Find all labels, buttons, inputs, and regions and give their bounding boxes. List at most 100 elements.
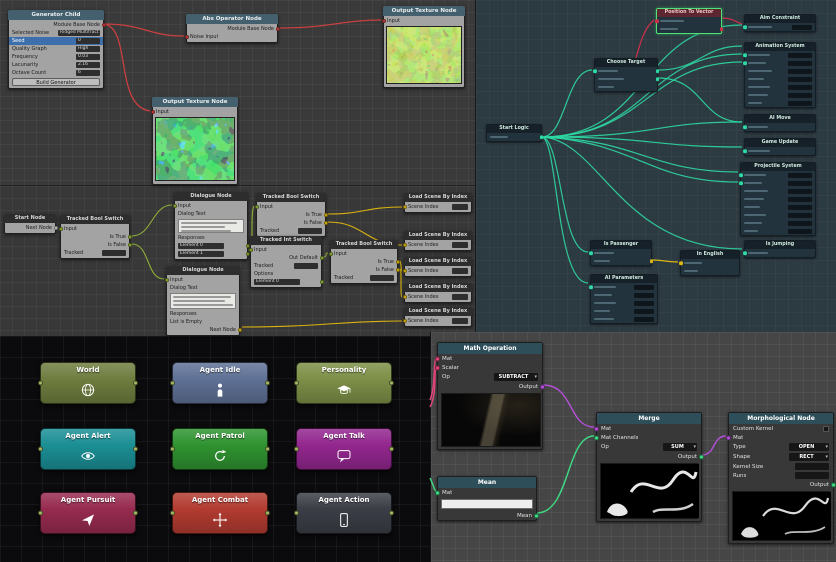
- math-operation-node[interactable]: Math Operation Mat Scalar Op SUBTRACT Out…: [435, 342, 545, 450]
- output-port[interactable]: [389, 446, 394, 452]
- response-element[interactable]: Element 1: [178, 251, 224, 257]
- agent-node-alert[interactable]: Agent Alert: [38, 428, 138, 470]
- scene-index-input[interactable]: [452, 242, 468, 248]
- build-generator-button[interactable]: Build Generator: [12, 78, 100, 86]
- dialog-text-input[interactable]: [178, 219, 244, 233]
- output-port[interactable]: [133, 380, 138, 386]
- output-port[interactable]: [389, 380, 394, 386]
- tracked-dropdown[interactable]: [102, 250, 126, 256]
- input-port[interactable]: [38, 446, 43, 452]
- scene-index-input[interactable]: [452, 294, 468, 300]
- aim-constraint-node[interactable]: Aim Constraint: [743, 14, 816, 32]
- input-port[interactable]: [743, 53, 747, 57]
- input-port[interactable]: [170, 446, 175, 452]
- input-port[interactable]: [402, 319, 407, 323]
- option-port[interactable]: [319, 280, 324, 284]
- input-port[interactable]: [294, 446, 299, 452]
- input-port[interactable]: [743, 251, 747, 255]
- input-port[interactable]: [739, 173, 743, 177]
- load-scene-node[interactable]: Load Scene By Index Scene Index: [402, 231, 472, 251]
- game-update-node[interactable]: Game Update: [743, 138, 816, 156]
- input-port[interactable]: [679, 261, 683, 265]
- input-port[interactable]: [743, 61, 747, 65]
- output-port[interactable]: [265, 510, 270, 516]
- tracked-dropdown[interactable]: [298, 228, 322, 234]
- output-port[interactable]: [53, 226, 58, 230]
- tracked-bool-switch-node[interactable]: Tracked Bool Switch Input Is True Is Fal…: [328, 240, 400, 284]
- abs-operator-node[interactable]: Abs Operator Node Module Base Node Noise…: [184, 14, 280, 43]
- tracked-dropdown[interactable]: [294, 263, 318, 269]
- kernel-size-input[interactable]: [795, 463, 829, 470]
- morphological-node[interactable]: Morphological Node Custom Kernel Mat Typ…: [726, 412, 836, 544]
- output-port[interactable]: [655, 77, 659, 81]
- input-port[interactable]: [248, 248, 253, 252]
- true-port[interactable]: [395, 260, 400, 264]
- input-port[interactable]: [589, 251, 593, 255]
- agent-node-personality[interactable]: Personality: [294, 362, 394, 404]
- output-port[interactable]: [389, 510, 394, 516]
- input-port[interactable]: [254, 205, 259, 209]
- position-to-vector-node[interactable]: Position To Vector: [655, 8, 723, 34]
- output-port[interactable]: [265, 446, 270, 452]
- output-port[interactable]: [831, 482, 836, 487]
- load-scene-node[interactable]: Load Scene By Index Scene Index: [402, 283, 472, 303]
- agent-node-combat[interactable]: Agent Combat: [170, 492, 270, 534]
- mat-input-port[interactable]: [726, 435, 731, 440]
- scalar-input-port[interactable]: [435, 365, 440, 370]
- frequency-input[interactable]: 0.03: [76, 54, 100, 60]
- choose-target-node[interactable]: Choose Target: [593, 58, 659, 92]
- animation-system-node[interactable]: Animation System: [743, 42, 816, 108]
- tracked-bool-switch-node[interactable]: Tracked Bool Switch Input Is True Is Fal…: [254, 193, 328, 237]
- response-port[interactable]: [245, 252, 250, 256]
- output-port[interactable]: [719, 27, 723, 31]
- output-port[interactable]: [275, 27, 280, 31]
- input-port[interactable]: [743, 125, 747, 129]
- output-port[interactable]: [101, 23, 106, 27]
- next-port[interactable]: [237, 328, 242, 332]
- output-port[interactable]: [655, 69, 659, 73]
- input-port[interactable]: [402, 205, 407, 209]
- scene-index-input[interactable]: [452, 204, 468, 210]
- mat-input-port[interactable]: [435, 490, 440, 495]
- generator-child-node[interactable]: Generator Child Module Base Node Selecte…: [8, 10, 106, 89]
- projectile-system-node[interactable]: Projectile System: [739, 162, 816, 236]
- input-port[interactable]: [739, 181, 743, 185]
- tracked-int-switch-node[interactable]: Tracked Int Switch Input Out Default Tra…: [248, 236, 324, 288]
- octave-count-input[interactable]: 6: [76, 70, 100, 76]
- input-port[interactable]: [294, 510, 299, 516]
- input-port[interactable]: [294, 380, 299, 386]
- mean-output-port[interactable]: [534, 513, 539, 518]
- quality-dropdown[interactable]: High: [76, 46, 100, 52]
- input-port[interactable]: [655, 19, 659, 23]
- input-port[interactable]: [172, 204, 177, 208]
- output-port[interactable]: [540, 384, 545, 389]
- false-port[interactable]: [127, 243, 132, 247]
- mat-input-port[interactable]: [435, 356, 440, 361]
- scene-index-input[interactable]: [452, 318, 468, 324]
- dialogue-node-a[interactable]: Dialogue Node Input Dialog Text Response…: [172, 192, 250, 260]
- output-port[interactable]: [539, 135, 543, 139]
- output-port[interactable]: [133, 510, 138, 516]
- input-port[interactable]: [402, 269, 407, 273]
- start-node[interactable]: Start Node Next Node: [4, 214, 58, 234]
- op-dropdown[interactable]: SUBTRACT: [494, 373, 538, 381]
- input-port[interactable]: [170, 380, 175, 386]
- input-port[interactable]: [38, 510, 43, 516]
- input-port[interactable]: [402, 243, 407, 247]
- output-port[interactable]: [649, 259, 653, 263]
- input-port[interactable]: [38, 380, 43, 386]
- output-texture-node-mid[interactable]: Output Texture Node Input: [150, 97, 238, 185]
- tracked-dropdown[interactable]: [370, 275, 394, 281]
- dialogue-node-b[interactable]: Dialogue Node Input Dialog Text Response…: [164, 266, 242, 336]
- is-jumping-node[interactable]: Is Jumping: [743, 240, 816, 258]
- selected-noise-dropdown[interactable]: Ridged Multifract: [58, 30, 100, 36]
- in-english-node[interactable]: In English: [679, 250, 740, 276]
- is-passenger-node[interactable]: Is Passenger: [589, 240, 653, 266]
- load-scene-node[interactable]: Load Scene By Index Scene Index: [402, 257, 472, 277]
- output-texture-node-top[interactable]: Output Texture Node Input: [381, 6, 465, 88]
- agent-node-pursuit[interactable]: Agent Pursuit: [38, 492, 138, 534]
- tracked-bool-switch-node[interactable]: Tracked Bool Switch Input Is True Is Fal…: [58, 215, 132, 259]
- mat-channels-input-port[interactable]: [594, 435, 599, 440]
- mat-input-port[interactable]: [594, 426, 599, 431]
- input-port[interactable]: [164, 278, 169, 282]
